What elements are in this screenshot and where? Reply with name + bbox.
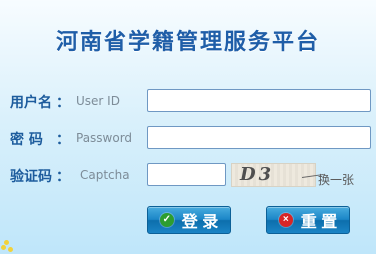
refresh-captcha-link[interactable]: 换一张	[318, 171, 354, 188]
username-label: 用户名	[10, 95, 52, 111]
flower-dot	[4, 240, 9, 245]
username-input[interactable]	[147, 89, 371, 112]
flower-dot	[1, 245, 6, 250]
captcha-hint: Captcha	[80, 168, 130, 182]
x-circle-icon: ×	[278, 213, 293, 227]
login-panel: 河南省学籍管理服务平台 用户名 ： User ID 密 码 ： Password…	[0, 0, 376, 254]
flower-dot	[8, 247, 13, 252]
password-hint: Password	[76, 131, 133, 145]
username-hint: User ID	[76, 94, 120, 108]
decorative-flowers	[0, 238, 24, 254]
login-button[interactable]: ✓ 登 录	[147, 206, 231, 234]
username-colon: ：	[56, 95, 70, 111]
reset-button[interactable]: × 重 置	[266, 206, 350, 234]
login-button-label: 登 录	[181, 214, 219, 231]
captcha-input[interactable]	[147, 163, 226, 186]
password-colon: ：	[56, 132, 70, 148]
check-circle-icon: ✓	[159, 213, 174, 227]
login-button-content: ✓ 登 录	[148, 207, 230, 233]
password-input[interactable]	[147, 126, 371, 149]
captcha-colon: ：	[56, 169, 70, 185]
reset-button-content: × 重 置	[267, 207, 349, 233]
captcha-label: 验证码	[10, 169, 52, 185]
password-label: 密 码	[10, 132, 43, 148]
captcha-image[interactable]: D3 G3	[231, 163, 316, 187]
reset-button-label: 重 置	[300, 214, 338, 231]
page-title: 河南省学籍管理服务平台	[55, 30, 320, 55]
